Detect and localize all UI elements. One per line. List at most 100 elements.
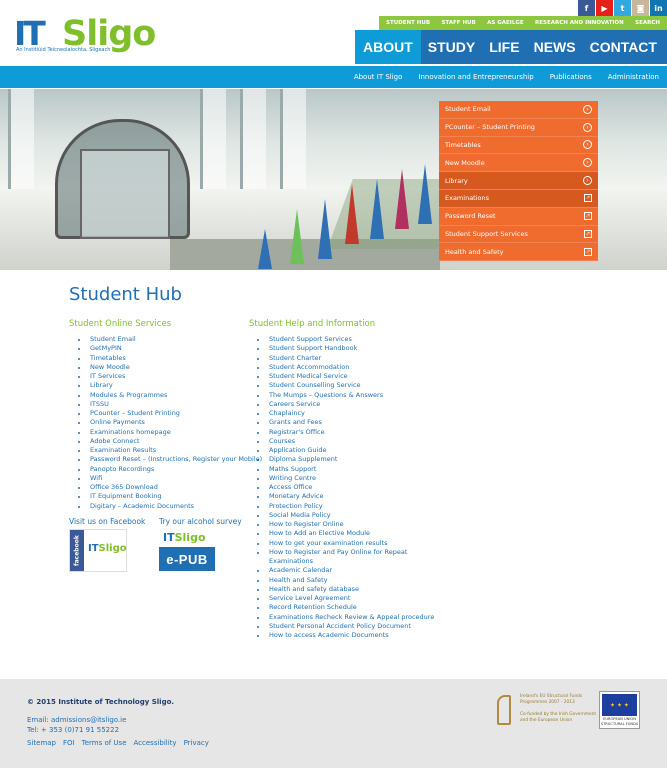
footer-link-terms-of-use[interactable]: Terms of Use: [82, 739, 127, 747]
list-item[interactable]: Access Office: [256, 483, 434, 492]
list-item[interactable]: Student Email: [77, 335, 262, 344]
list-item[interactable]: Student Accommodation: [256, 363, 434, 372]
quick-link-student-email[interactable]: Student Email ›: [439, 101, 598, 119]
utility-link-research-and-innovation[interactable]: Research and Innovation: [535, 20, 624, 26]
list-item[interactable]: Academic Calendar: [256, 566, 434, 575]
list-item[interactable]: How to Register and Pay Online for Repea…: [256, 548, 434, 557]
list-item[interactable]: Modules & Programmes: [77, 391, 262, 400]
itsligo-logo[interactable]: IT Sligo An Institiúid Teicneolaíochta, …: [14, 14, 156, 54]
hero-flag: [418, 164, 432, 224]
facebook-badge[interactable]: facebook ITSligo: [69, 529, 127, 572]
footer-link-sitemap[interactable]: Sitemap: [27, 739, 56, 747]
hero-flag: [395, 169, 409, 229]
main-nav-life[interactable]: LIFE: [482, 30, 526, 64]
quick-link-password-reset[interactable]: Password Reset ↗: [439, 207, 598, 226]
main-nav-news[interactable]: NEWS: [527, 30, 583, 64]
list-item[interactable]: Wifi: [77, 474, 262, 483]
quick-link-examinations[interactable]: Examinations ↗: [439, 189, 598, 208]
list-item[interactable]: Student Support Services: [256, 335, 434, 344]
hero-flag: [370, 179, 384, 239]
footer-link-foi[interactable]: FOI: [63, 739, 75, 747]
facebook-icon[interactable]: f: [578, 0, 595, 16]
quick-link-label: Timetables: [445, 140, 481, 149]
list-item[interactable]: Password Reset – (Instructions, Register…: [77, 455, 262, 464]
sub-nav-about-it-sligo[interactable]: About IT Sligo: [354, 73, 403, 81]
quick-links-panel: Student Email › PCounter – Student Printin…: [439, 101, 598, 262]
list-item[interactable]: How to get your examination results: [256, 539, 434, 548]
contact-email[interactable]: Email: admissions@itsligo.ie: [27, 715, 126, 725]
list-item[interactable]: Online Payments: [77, 418, 262, 427]
list-item[interactable]: IT Equipment Booking: [77, 492, 262, 501]
quick-link-label: Health and Safety: [445, 247, 504, 256]
list-item[interactable]: How to access Academic Documents: [256, 631, 434, 640]
instagram-icon[interactable]: ◙: [632, 0, 649, 16]
list-item[interactable]: How to Register Online: [256, 520, 434, 529]
utility-link-as-gaeilge[interactable]: As Gaeilge: [487, 20, 523, 26]
main-nav-contact[interactable]: CONTACT: [583, 30, 664, 64]
eu-flag-caption: EUROPEAN UNION STRUCTURAL FUNDS: [600, 717, 639, 726]
list-item[interactable]: Office 365 Download: [77, 483, 262, 492]
list-item[interactable]: Record Retention Schedule: [256, 603, 434, 612]
list-item[interactable]: Protection Policy: [256, 502, 434, 511]
sub-nav-administration[interactable]: Administration: [608, 73, 659, 81]
list-item[interactable]: PCounter – Student Printing: [77, 409, 262, 418]
list-item[interactable]: Student Personal Accident Policy Documen…: [256, 622, 434, 631]
chevron-right-icon: ›: [583, 158, 592, 168]
epub-badge[interactable]: e-PUB: [159, 547, 215, 571]
footer-link-accessibility[interactable]: Accessibility: [134, 739, 177, 747]
utility-link-staff-hub[interactable]: Staff Hub: [441, 20, 475, 26]
list-item[interactable]: Health and safety database: [256, 585, 434, 594]
list-item[interactable]: Application Guide: [256, 446, 434, 455]
quick-link-health-and-safety[interactable]: Health and Safety ↗: [439, 243, 598, 262]
list-item[interactable]: Courses: [256, 437, 434, 446]
list-item[interactable]: Diploma Supplement: [256, 455, 434, 464]
list-item[interactable]: Student Support Handbook: [256, 344, 434, 353]
list-item[interactable]: Timetables: [77, 354, 262, 363]
youtube-icon[interactable]: ▶: [596, 0, 613, 16]
list-item[interactable]: New Moodle: [77, 363, 262, 372]
list-item[interactable]: Examinations: [269, 557, 434, 566]
list-item[interactable]: Student Medical Service: [256, 372, 434, 381]
quick-link-pcounter-student-printing[interactable]: PCounter – Student Printing ›: [439, 118, 598, 137]
quick-link-library[interactable]: Library ›: [439, 172, 598, 190]
utility-link-student-hub[interactable]: Student Hub: [386, 20, 430, 26]
list-item[interactable]: How to Add an Elective Module: [256, 529, 434, 538]
list-item[interactable]: Grants and Fees: [256, 418, 434, 427]
list-item[interactable]: Library: [77, 381, 262, 390]
quick-link-new-moodle[interactable]: New Moodle ›: [439, 154, 598, 173]
list-item[interactable]: Adobe Connect: [77, 437, 262, 446]
list-item[interactable]: Social Media Policy: [256, 511, 434, 520]
list-item[interactable]: The Mumps – Questions & Answers: [256, 391, 434, 400]
linkedin-icon[interactable]: in: [650, 0, 667, 16]
main-nav-about[interactable]: ABOUT: [355, 30, 421, 64]
list-item[interactable]: Panopto Recordings: [77, 465, 262, 474]
online-services-heading: Student Online Services: [69, 319, 172, 329]
list-item[interactable]: Examinations homepage: [77, 428, 262, 437]
list-item[interactable]: ITSSU: [77, 400, 262, 409]
list-item[interactable]: Examinations Recheck Review & Appeal pro…: [256, 613, 434, 622]
quick-link-timetables[interactable]: Timetables ›: [439, 136, 598, 155]
list-item[interactable]: Careers Service: [256, 400, 434, 409]
list-item[interactable]: GetMyPIN: [77, 344, 262, 353]
utility-link-search[interactable]: Search: [635, 20, 660, 26]
list-item[interactable]: Student Charter: [256, 354, 434, 363]
survey-label[interactable]: Try our alcohol survey: [159, 517, 242, 526]
list-item[interactable]: Maths Support: [256, 465, 434, 474]
list-item[interactable]: Examination Results: [77, 446, 262, 455]
list-item[interactable]: Digitary – Academic Documents: [77, 502, 262, 511]
list-item[interactable]: Registrar's Office: [256, 428, 434, 437]
list-item[interactable]: Monetary Advice: [256, 492, 434, 501]
facebook-label[interactable]: Visit us on Facebook: [69, 517, 145, 526]
list-item[interactable]: Student Counselling Service: [256, 381, 434, 390]
twitter-icon[interactable]: t: [614, 0, 631, 16]
list-item[interactable]: Chaplaincy: [256, 409, 434, 418]
list-item[interactable]: Health and Safety: [256, 576, 434, 585]
sub-nav-publications[interactable]: Publications: [550, 73, 592, 81]
list-item[interactable]: Writing Centre: [256, 474, 434, 483]
sub-nav-innovation-and-entrepreneurship[interactable]: Innovation and Entrepreneurship: [418, 73, 533, 81]
list-item[interactable]: Service Level Agreement: [256, 594, 434, 603]
quick-link-student-support-services[interactable]: Student Support Services ↗: [439, 225, 598, 244]
footer-link-privacy[interactable]: Privacy: [184, 739, 209, 747]
main-nav-study[interactable]: STUDY: [421, 30, 482, 64]
list-item[interactable]: IT Services: [77, 372, 262, 381]
